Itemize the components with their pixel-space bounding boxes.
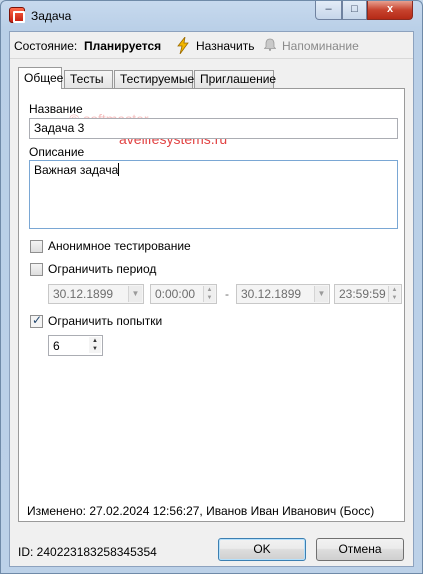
period-end-time[interactable]: 23:59:59 ▲ ▼: [334, 284, 402, 304]
assign-label: Назначить: [196, 39, 255, 53]
time-spinner[interactable]: ▲ ▼: [203, 286, 215, 302]
description-textarea[interactable]: Важная задача: [29, 160, 398, 229]
tab-invitation[interactable]: Приглашение: [194, 70, 276, 89]
close-button[interactable]: x: [367, 1, 413, 20]
attempts-value: 6: [53, 339, 60, 353]
chevron-down-icon[interactable]: ▼: [128, 286, 142, 302]
description-label: Описание: [29, 145, 85, 159]
cancel-button[interactable]: Отмена: [316, 538, 404, 561]
tab-general[interactable]: Общее: [18, 67, 63, 89]
app-icon: [9, 7, 25, 23]
period-start-date-value: 30.12.1899: [53, 287, 114, 301]
tab-testees[interactable]: Тестируемые: [114, 70, 194, 89]
tab-tests[interactable]: Тесты: [64, 70, 113, 89]
task-id: ID: 240223183258345354: [18, 545, 157, 559]
title-bar[interactable]: Задача – □ x: [1, 1, 422, 31]
task-window: Задача – □ x Состояние: Планируется Назн…: [0, 0, 423, 574]
text-caret: [118, 163, 120, 176]
period-start-time[interactable]: 0:00:00 ▲ ▼: [150, 284, 217, 304]
limit-attempts-checkbox[interactable]: [30, 313, 43, 328]
time-spinner[interactable]: ▲ ▼: [388, 286, 400, 302]
period-start-time-value: 0:00:00: [155, 287, 196, 301]
lightning-icon: [177, 37, 189, 54]
bell-icon: [264, 38, 276, 51]
attempts-spinner[interactable]: ▲ ▼: [89, 337, 101, 353]
reminder-label: Напоминание: [282, 39, 359, 53]
limit-period-checkbox[interactable]: [30, 263, 43, 276]
period-separator: -: [225, 287, 229, 301]
name-input[interactable]: Задача 3: [29, 118, 398, 139]
minimize-button[interactable]: –: [315, 1, 342, 20]
anonymous-checkbox[interactable]: [30, 240, 43, 253]
dialog-body: Состояние: Планируется Назначить Напомин…: [9, 31, 414, 567]
modified-info: Изменено: 27.02.2024 12:56:27, Иванов Ив…: [27, 504, 375, 518]
description-text: Важная задача: [34, 163, 119, 177]
chevron-down-icon[interactable]: ▼: [314, 286, 328, 302]
name-label: Название: [29, 102, 83, 116]
period-end-date[interactable]: 30.12.1899 ▼: [236, 284, 330, 304]
period-end-time-value: 23:59:59: [339, 287, 386, 301]
status-label: Состояние:: [14, 39, 78, 53]
status-value: Планируется: [84, 39, 162, 53]
ok-button[interactable]: OK: [218, 538, 306, 561]
window-title: Задача: [31, 9, 72, 23]
period-start-date[interactable]: 30.12.1899 ▼: [48, 284, 144, 304]
maximize-button[interactable]: □: [342, 1, 367, 20]
attempts-stepper[interactable]: 6 ▲ ▼: [48, 335, 103, 356]
status-toolbar: Состояние: Планируется Назначить Напомин…: [10, 32, 413, 59]
limit-period-label[interactable]: Ограничить период: [48, 262, 156, 276]
anonymous-label[interactable]: Анонимное тестирование: [48, 239, 191, 253]
period-end-date-value: 30.12.1899: [241, 287, 302, 301]
general-tab-panel: © softmaster avelifesystems.ru Название …: [18, 88, 405, 522]
limit-attempts-label[interactable]: Ограничить попытки: [48, 314, 162, 328]
